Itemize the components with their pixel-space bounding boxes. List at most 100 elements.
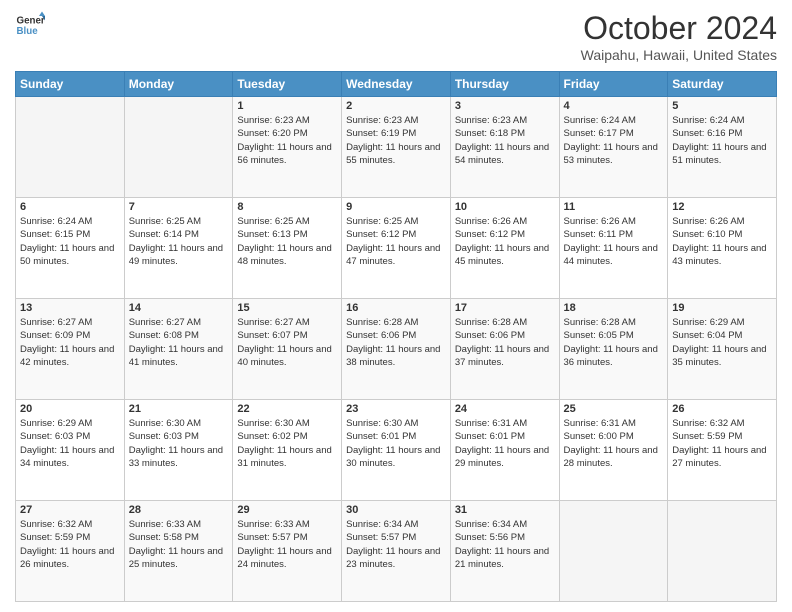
day-info: Sunrise: 6:30 AM Sunset: 6:03 PM Dayligh… [129, 417, 229, 470]
day-info: Sunrise: 6:30 AM Sunset: 6:02 PM Dayligh… [237, 417, 337, 470]
svg-text:General: General [17, 16, 46, 27]
week-row-3: 13 Sunrise: 6:27 AM Sunset: 6:09 PM Dayli… [16, 299, 777, 400]
cell-1-2 [124, 97, 233, 198]
day-number: 13 [20, 302, 120, 314]
day-info: Sunrise: 6:32 AM Sunset: 5:59 PM Dayligh… [672, 417, 772, 470]
logo-icon: General Blue [15, 10, 45, 40]
day-number: 25 [564, 403, 664, 415]
day-number: 2 [346, 100, 446, 112]
col-wednesday: Wednesday [342, 72, 451, 97]
day-info: Sunrise: 6:30 AM Sunset: 6:01 PM Dayligh… [346, 417, 446, 470]
day-info: Sunrise: 6:29 AM Sunset: 6:03 PM Dayligh… [20, 417, 120, 470]
col-friday: Friday [559, 72, 668, 97]
week-row-2: 6Sunrise: 6:24 AM Sunset: 6:15 PM Daylig… [16, 198, 777, 299]
day-number: 4 [564, 100, 664, 112]
day-info: Sunrise: 6:28 AM Sunset: 6:05 PM Dayligh… [564, 316, 664, 369]
cell-2-3: 8 Sunrise: 6:25 AM Sunset: 6:13 PM Daylig… [233, 198, 342, 299]
day-info: Sunrise: 6:31 AM Sunset: 6:01 PM Dayligh… [455, 417, 555, 470]
cell-2-6: 11Sunrise: 6:26 AM Sunset: 6:11 PM Dayli… [559, 198, 668, 299]
day-number: 8 [237, 201, 337, 213]
cell-1-6: 4 Sunrise: 6:24 AM Sunset: 6:17 PM Daylig… [559, 97, 668, 198]
day-info: Sunrise: 6:29 AM Sunset: 6:04 PM Dayligh… [672, 316, 772, 369]
day-info: Sunrise: 6:25 AM Sunset: 6:12 PM Dayligh… [346, 215, 446, 268]
cell-2-1: 6Sunrise: 6:24 AM Sunset: 6:15 PM Daylig… [16, 198, 125, 299]
day-number: 29 [237, 504, 337, 516]
title-section: October 2024 Waipahu, Hawaii, United Sta… [581, 10, 777, 63]
day-info: Sunrise: 6:24 AM Sunset: 6:16 PM Dayligh… [672, 114, 772, 167]
cell-1-5: 3Sunrise: 6:23 AM Sunset: 6:18 PM Daylig… [450, 97, 559, 198]
header: General Blue October 2024 Waipahu, Hawai… [15, 10, 777, 63]
cell-2-5: 10Sunrise: 6:26 AM Sunset: 6:12 PM Dayli… [450, 198, 559, 299]
cell-4-2: 21 Sunrise: 6:30 AM Sunset: 6:03 PM Dayli… [124, 400, 233, 501]
cell-5-3: 29 Sunrise: 6:33 AM Sunset: 5:57 PM Dayli… [233, 501, 342, 602]
col-thursday: Thursday [450, 72, 559, 97]
day-number: 17 [455, 302, 555, 314]
day-info: Sunrise: 6:26 AM Sunset: 6:10 PM Dayligh… [672, 215, 772, 268]
cell-1-3: 1Sunrise: 6:23 AM Sunset: 6:20 PM Daylig… [233, 97, 342, 198]
day-number: 5 [672, 100, 772, 112]
day-number: 24 [455, 403, 555, 415]
cell-5-5: 31 Sunrise: 6:34 AM Sunset: 5:56 PM Dayli… [450, 501, 559, 602]
day-number: 30 [346, 504, 446, 516]
day-number: 28 [129, 504, 229, 516]
week-row-4: 20 Sunrise: 6:29 AM Sunset: 6:03 PM Dayli… [16, 400, 777, 501]
logo: General Blue [15, 10, 45, 40]
header-row: Sunday Monday Tuesday Wednesday Thursday… [16, 72, 777, 97]
day-number: 31 [455, 504, 555, 516]
cell-4-6: 25 Sunrise: 6:31 AM Sunset: 6:00 PM Dayli… [559, 400, 668, 501]
day-number: 20 [20, 403, 120, 415]
day-info: Sunrise: 6:28 AM Sunset: 6:06 PM Dayligh… [346, 316, 446, 369]
svg-text:Blue: Blue [17, 26, 39, 37]
day-info: Sunrise: 6:24 AM Sunset: 6:17 PM Dayligh… [564, 114, 664, 167]
day-info: Sunrise: 6:25 AM Sunset: 6:14 PM Dayligh… [129, 215, 229, 268]
col-saturday: Saturday [668, 72, 777, 97]
cell-5-6 [559, 501, 668, 602]
day-info: Sunrise: 6:32 AM Sunset: 5:59 PM Dayligh… [20, 518, 120, 571]
cell-1-4: 2 Sunrise: 6:23 AM Sunset: 6:19 PM Daylig… [342, 97, 451, 198]
day-number: 18 [564, 302, 664, 314]
cell-1-1 [16, 97, 125, 198]
cell-4-4: 23 Sunrise: 6:30 AM Sunset: 6:01 PM Dayli… [342, 400, 451, 501]
day-info: Sunrise: 6:34 AM Sunset: 5:57 PM Dayligh… [346, 518, 446, 571]
day-info: Sunrise: 6:28 AM Sunset: 6:06 PM Dayligh… [455, 316, 555, 369]
month-title: October 2024 [581, 10, 777, 47]
day-info: Sunrise: 6:33 AM Sunset: 5:57 PM Dayligh… [237, 518, 337, 571]
cell-3-1: 13 Sunrise: 6:27 AM Sunset: 6:09 PM Dayli… [16, 299, 125, 400]
day-number: 23 [346, 403, 446, 415]
day-number: 21 [129, 403, 229, 415]
cell-3-2: 14 Sunrise: 6:27 AM Sunset: 6:08 PM Dayli… [124, 299, 233, 400]
calendar-table: Sunday Monday Tuesday Wednesday Thursday… [15, 71, 777, 602]
cell-3-6: 18 Sunrise: 6:28 AM Sunset: 6:05 PM Dayli… [559, 299, 668, 400]
day-info: Sunrise: 6:24 AM Sunset: 6:15 PM Dayligh… [20, 215, 120, 268]
col-monday: Monday [124, 72, 233, 97]
day-info: Sunrise: 6:25 AM Sunset: 6:13 PM Dayligh… [237, 215, 337, 268]
calendar-header: Sunday Monday Tuesday Wednesday Thursday… [16, 72, 777, 97]
day-info: Sunrise: 6:27 AM Sunset: 6:08 PM Dayligh… [129, 316, 229, 369]
day-info: Sunrise: 6:27 AM Sunset: 6:09 PM Dayligh… [20, 316, 120, 369]
cell-3-7: 19 Sunrise: 6:29 AM Sunset: 6:04 PM Dayli… [668, 299, 777, 400]
day-number: 15 [237, 302, 337, 314]
col-sunday: Sunday [16, 72, 125, 97]
location: Waipahu, Hawaii, United States [581, 47, 777, 63]
day-number: 19 [672, 302, 772, 314]
day-number: 14 [129, 302, 229, 314]
day-info: Sunrise: 6:23 AM Sunset: 6:19 PM Dayligh… [346, 114, 446, 167]
cell-5-7 [668, 501, 777, 602]
cell-3-3: 15Sunrise: 6:27 AM Sunset: 6:07 PM Dayli… [233, 299, 342, 400]
day-info: Sunrise: 6:31 AM Sunset: 6:00 PM Dayligh… [564, 417, 664, 470]
day-number: 16 [346, 302, 446, 314]
cell-4-3: 22Sunrise: 6:30 AM Sunset: 6:02 PM Dayli… [233, 400, 342, 501]
cell-2-7: 12Sunrise: 6:26 AM Sunset: 6:10 PM Dayli… [668, 198, 777, 299]
day-info: Sunrise: 6:34 AM Sunset: 5:56 PM Dayligh… [455, 518, 555, 571]
cell-1-7: 5 Sunrise: 6:24 AM Sunset: 6:16 PM Daylig… [668, 97, 777, 198]
cell-4-1: 20 Sunrise: 6:29 AM Sunset: 6:03 PM Dayli… [16, 400, 125, 501]
day-number: 9 [346, 201, 446, 213]
day-info: Sunrise: 6:23 AM Sunset: 6:20 PM Dayligh… [237, 114, 337, 167]
week-row-1: 1Sunrise: 6:23 AM Sunset: 6:20 PM Daylig… [16, 97, 777, 198]
cell-3-4: 16 Sunrise: 6:28 AM Sunset: 6:06 PM Dayli… [342, 299, 451, 400]
cell-5-1: 27Sunrise: 6:32 AM Sunset: 5:59 PM Dayli… [16, 501, 125, 602]
cell-5-2: 28Sunrise: 6:33 AM Sunset: 5:58 PM Dayli… [124, 501, 233, 602]
week-row-5: 27Sunrise: 6:32 AM Sunset: 5:59 PM Dayli… [16, 501, 777, 602]
cell-3-5: 17 Sunrise: 6:28 AM Sunset: 6:06 PM Dayli… [450, 299, 559, 400]
day-info: Sunrise: 6:26 AM Sunset: 6:12 PM Dayligh… [455, 215, 555, 268]
